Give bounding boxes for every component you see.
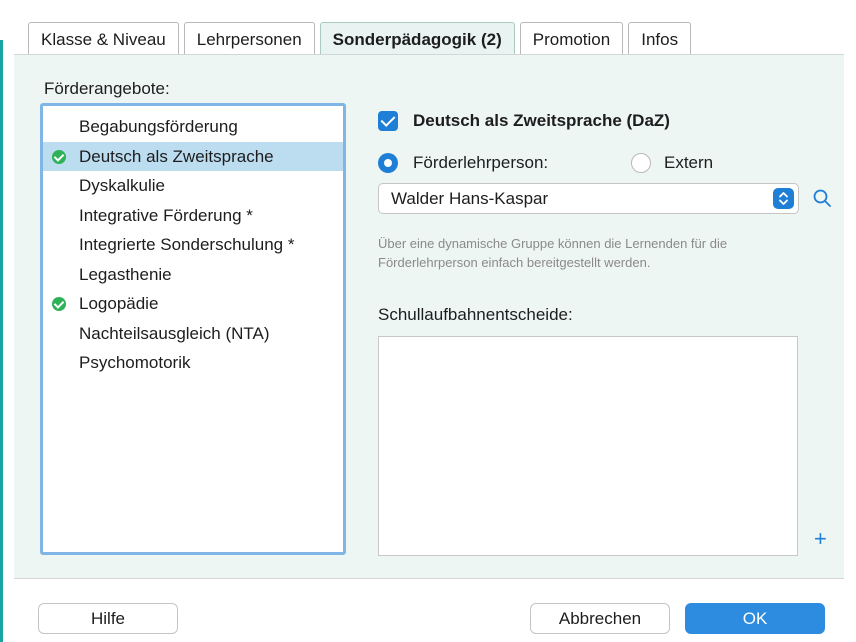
list-item-label: Integrierte Sonderschulung *: [79, 235, 295, 254]
list-item-integrierte-sonderschulung[interactable]: Integrierte Sonderschulung *: [43, 230, 343, 260]
tab-sonderpaedagogik[interactable]: Sonderpädagogik (2): [319, 22, 515, 55]
cancel-button[interactable]: Abbrechen: [530, 603, 670, 634]
foerderangebote-label: Förderangebote:: [44, 79, 170, 98]
schullaufbahnentscheide-label: Schullaufbahnentscheide:: [378, 305, 573, 324]
list-item-begabungsfoerderung[interactable]: Begabungsförderung: [43, 112, 343, 142]
tab-bar: Klasse & Niveau Lehrpersonen Sonderpädag…: [28, 22, 692, 55]
radio-foerderlehrperson[interactable]: [378, 153, 398, 173]
check-circle-icon: [52, 297, 66, 311]
chevron-up-down-icon: [773, 188, 794, 209]
list-item-label: Begabungsförderung: [79, 117, 238, 136]
window-edge: [0, 40, 3, 642]
radio-extern[interactable]: [631, 153, 651, 173]
hint-line-2: Förderlehrperson einfach bereitgestellt …: [378, 255, 651, 270]
daz-checkbox[interactable]: [378, 111, 398, 131]
list-item-label: Dyskalkulie: [79, 176, 165, 195]
footer-divider: [14, 578, 844, 579]
list-item-label: Integrative Förderung *: [79, 205, 253, 225]
list-item-logopaedie[interactable]: Logopädie: [43, 289, 343, 319]
daz-checkbox-label: Deutsch als Zweitsprache (DaZ): [413, 111, 670, 130]
list-item-legasthenie[interactable]: Legasthenie: [43, 260, 343, 290]
list-item-label: Legasthenie: [79, 264, 172, 284]
help-button[interactable]: Hilfe: [38, 603, 178, 634]
check-circle-icon: [52, 149, 66, 164]
list-item-deutsch-als-zweitsprache[interactable]: Deutsch als Zweitsprache: [43, 141, 343, 171]
ok-button[interactable]: OK: [685, 603, 825, 634]
schullaufbahnentscheide-list[interactable]: [378, 336, 798, 556]
list-item-label: Psychomotorik: [79, 353, 191, 372]
tab-lehrpersonen[interactable]: Lehrpersonen: [183, 22, 315, 55]
hint-line-1: Über eine dynamische Gruppe können die L…: [378, 236, 728, 251]
list-item-dyskalkulie[interactable]: Dyskalkulie: [43, 171, 343, 201]
foerderangebote-list[interactable]: Begabungsförderung Deutsch als Zweitspra…: [40, 103, 346, 555]
search-icon[interactable]: [811, 187, 833, 209]
tab-promotion[interactable]: Promotion: [519, 22, 624, 55]
select-value: Walder Hans-Kaspar: [391, 189, 549, 208]
add-icon[interactable]: +: [814, 528, 827, 550]
radio-foerderlehrperson-label: Förderlehrperson:: [413, 153, 549, 172]
list-item-integrative-foerderung[interactable]: Integrative Förderung *: [43, 201, 343, 231]
radio-extern-label: Extern: [664, 153, 714, 172]
dialog-window: Klasse & Niveau Lehrpersonen Sonderpädag…: [0, 0, 856, 642]
list-item-label: Nachteilsausgleich (NTA): [79, 323, 270, 343]
hint-text: Über eine dynamische Gruppe können die L…: [378, 234, 818, 272]
list-item-label: Deutsch als Zweitsprache: [79, 146, 274, 166]
foerderlehrperson-select[interactable]: Walder Hans-Kaspar: [378, 183, 799, 214]
list-item-psychomotorik[interactable]: Psychomotorik: [43, 348, 343, 378]
list-item-label: Logopädie: [79, 294, 159, 313]
tab-infos[interactable]: Infos: [628, 22, 692, 55]
tab-klasse-niveau[interactable]: Klasse & Niveau: [28, 22, 179, 55]
list-item-nachteilsausgleich[interactable]: Nachteilsausgleich (NTA): [43, 319, 343, 349]
